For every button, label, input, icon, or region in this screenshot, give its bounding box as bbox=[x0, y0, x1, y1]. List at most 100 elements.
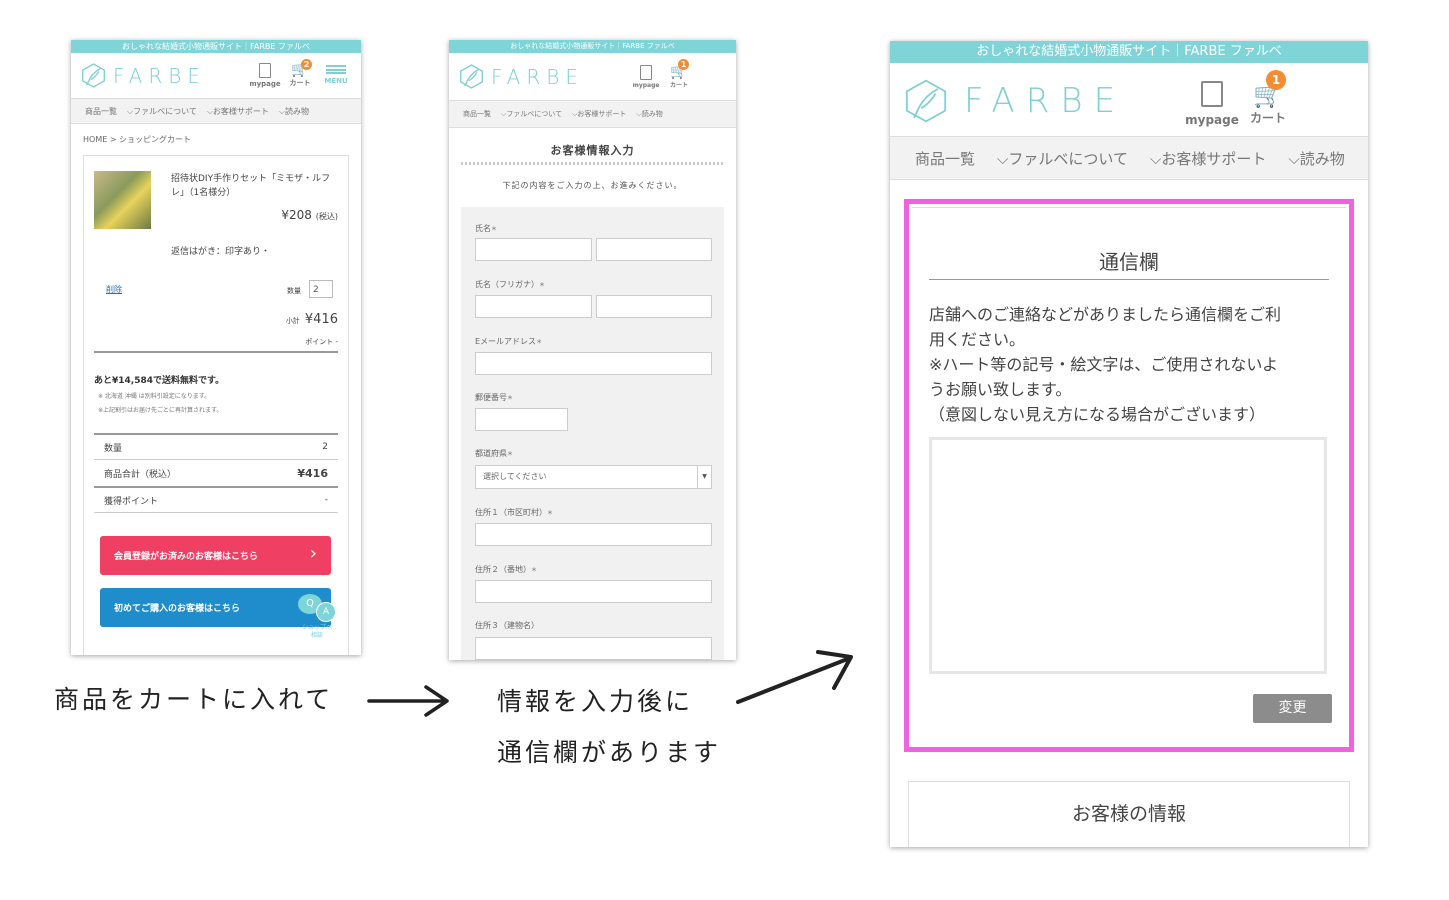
nav-item-products[interactable]: 商品一覧 bbox=[85, 106, 117, 117]
title-underline bbox=[461, 162, 724, 165]
logo-icon bbox=[82, 63, 105, 88]
site-tagline: おしゃれな結婚式小物通販サイト｜FARBE ファルベ bbox=[449, 40, 736, 53]
addr3-input[interactable] bbox=[475, 637, 712, 660]
summary-table: 数量 2 商品合計（税込） ¥416 獲得ポイント - bbox=[94, 433, 338, 513]
cart-count-badge: 1 bbox=[1266, 70, 1286, 90]
pref-select[interactable]: 選択してください ▼ bbox=[475, 465, 712, 489]
email-input[interactable] bbox=[475, 352, 712, 375]
logo-text: FARBE bbox=[964, 81, 1127, 121]
qty-input[interactable]: 2 bbox=[309, 280, 333, 298]
summary-row: 商品合計（税込） ¥416 bbox=[94, 460, 338, 488]
form-intro: 下記の内容をご入力の上、お進みください。 bbox=[502, 181, 683, 190]
cart-item-card: 招待状DIY手作りセット「ミモザ・ルフレ」（1名様分） ¥208 (税込) 返信… bbox=[83, 155, 349, 655]
mypage-icon bbox=[640, 65, 652, 80]
addr1-label: 住所１（市区町村）＊ bbox=[475, 508, 554, 517]
email-label: Eメールアドレス＊ bbox=[475, 337, 543, 346]
site-tagline: おしゃれな結婚式小物通販サイト｜FARBE ファルベ bbox=[890, 41, 1368, 63]
form-panel: 氏名＊ 氏名（フリガナ）＊ Eメールアドレス＊ 郵便番号＊ 都道府県＊ 選択して… bbox=[461, 207, 724, 660]
mypage-icon bbox=[1201, 81, 1223, 107]
nav-item-products[interactable]: 商品一覧 bbox=[463, 109, 491, 119]
zip-label: 郵便番号＊ bbox=[475, 393, 514, 402]
nav-item-support[interactable]: ⌵お客様サポート bbox=[572, 109, 626, 119]
customer-info-title: お客様の情報 bbox=[1071, 803, 1186, 825]
delete-link[interactable]: 削除 bbox=[106, 284, 122, 295]
kana-label: 氏名（フリガナ）＊ bbox=[475, 280, 546, 289]
addr3-label: 住所３（建物名） bbox=[475, 621, 539, 630]
cart-count-badge: 1 bbox=[678, 59, 689, 70]
mypage-link[interactable]: mypage bbox=[1182, 81, 1242, 127]
nav-item-support[interactable]: ⌵お客様サポート bbox=[1150, 148, 1266, 169]
first-name-input[interactable] bbox=[596, 238, 712, 261]
section-title: 通信欄 bbox=[1099, 250, 1159, 274]
dropdown-arrow-icon: ▼ bbox=[697, 466, 711, 488]
comm-section-card: 通信欄 店舗へのご連絡などがありましたら通信欄をご利 用ください。 ※ハート等の… bbox=[912, 207, 1346, 744]
message-textarea[interactable] bbox=[929, 437, 1327, 674]
title-underline bbox=[929, 279, 1329, 280]
product-name[interactable]: 招待状DIY手作りセット「ミモザ・ルフレ」（1名様分） bbox=[171, 172, 337, 200]
menu-button[interactable]: MENU bbox=[321, 65, 351, 85]
change-button[interactable]: 変更 bbox=[1253, 694, 1332, 723]
arrow-right-icon bbox=[367, 685, 449, 717]
comm-screen: おしゃれな結婚式小物通販サイト｜FARBE ファルベ FARBE mypage … bbox=[890, 41, 1368, 847]
free-shipping-note: あと¥14,584で送料無料です。 bbox=[94, 376, 225, 386]
comm-description: 店舗へのご連絡などがありましたら通信欄をご利 用ください。 ※ハート等の記号・絵… bbox=[929, 305, 1282, 424]
nav-item-reading[interactable]: ⌵読み物 bbox=[1288, 148, 1344, 169]
summary-row: 獲得ポイント - bbox=[94, 488, 338, 513]
mypage-link[interactable]: mypage bbox=[248, 63, 282, 88]
form-title: お客様情報入力 bbox=[550, 144, 635, 157]
chevron-right-icon: › bbox=[309, 543, 317, 564]
site-tagline: おしゃれな結婚式小物通販サイト｜FARBE ファルベ bbox=[71, 40, 361, 53]
subtotal-label: 小計 bbox=[285, 317, 300, 325]
cart-count-badge: 2 bbox=[301, 59, 312, 70]
addr2-input[interactable] bbox=[475, 580, 712, 603]
last-name-input[interactable] bbox=[475, 238, 592, 261]
product-option: 返信はがき：印字あり・ bbox=[171, 247, 271, 257]
pref-label: 都道府県＊ bbox=[475, 449, 514, 458]
nav-item-reading[interactable]: ⌵読み物 bbox=[636, 109, 662, 119]
nav-item-support[interactable]: ⌵お客様サポート bbox=[207, 106, 269, 117]
zip-input[interactable] bbox=[475, 408, 568, 431]
main-nav: 商品一覧 ⌵ファルベについて ⌵お客様サポート ⌵読み物 bbox=[890, 136, 1368, 180]
shipping-note-1: ※ 北海道 沖縄 は別料引設定になります。 bbox=[98, 393, 211, 400]
mypage-link[interactable]: mypage bbox=[629, 65, 663, 89]
caption-step1: 商品をカートに入れて bbox=[54, 685, 334, 714]
main-nav: 商品一覧 ⌵ファルベについて ⌵お客様サポート ⌵読み物 bbox=[449, 100, 736, 128]
mypage-icon bbox=[259, 63, 271, 78]
nav-item-products[interactable]: 商品一覧 bbox=[915, 148, 975, 169]
arrow-up-right-icon bbox=[736, 650, 853, 704]
form-screen: おしゃれな結婚式小物通販サイト｜FARBE ファルベ FARBE mypage … bbox=[449, 40, 736, 660]
nav-item-reading[interactable]: ⌵読み物 bbox=[279, 106, 309, 117]
member-login-button[interactable]: 会員登録がお済みのお客様はこちら › bbox=[100, 536, 331, 575]
answer-bubble-icon: A bbox=[316, 602, 336, 622]
name-label: 氏名＊ bbox=[475, 224, 498, 233]
divider bbox=[94, 351, 338, 353]
nav-item-about[interactable]: ⌵ファルベについて bbox=[127, 106, 197, 117]
cart-screen: おしゃれな結婚式小物通販サイト｜FARBE ファルベ FARBE mypage … bbox=[71, 40, 361, 655]
last-kana-input[interactable] bbox=[475, 295, 592, 318]
comm-section-highlight: 通信欄 店舗へのご連絡などがありましたら通信欄をご利 用ください。 ※ハート等の… bbox=[904, 199, 1354, 752]
addr1-input[interactable] bbox=[475, 523, 712, 546]
shipping-note-2: ※上記割引はお届け先ごとに再計算されます。 bbox=[98, 407, 223, 414]
logo-text: FARBE bbox=[113, 63, 206, 88]
customer-info-card: お客様の情報 bbox=[908, 781, 1350, 847]
logo-icon bbox=[460, 64, 483, 89]
shop-consult-button[interactable]: Q A ショップへ相談 bbox=[292, 588, 344, 646]
qty-label: 数量 bbox=[287, 287, 301, 295]
main-nav: 商品一覧 ⌵ファルベについて ⌵お客様サポート ⌵読み物 bbox=[71, 98, 361, 124]
breadcrumb[interactable]: HOME > ショッピングカート bbox=[83, 134, 191, 145]
nav-item-about[interactable]: ⌵ファルベについて bbox=[501, 109, 562, 119]
farbe-logo[interactable]: FARBE bbox=[458, 63, 584, 90]
logo-icon bbox=[905, 79, 947, 123]
cart-link[interactable]: 🛒 カート bbox=[1242, 81, 1294, 126]
point-value: - bbox=[335, 338, 338, 346]
caption-step2-line1: 情報を入力後に bbox=[497, 687, 694, 716]
tax-note: (税込) bbox=[315, 212, 338, 221]
first-kana-input[interactable] bbox=[596, 295, 712, 318]
nav-item-about[interactable]: ⌵ファルベについて bbox=[997, 148, 1128, 169]
product-thumbnail[interactable] bbox=[94, 171, 151, 229]
addr2-label: 住所２（番地）＊ bbox=[475, 565, 538, 574]
hamburger-icon bbox=[326, 65, 346, 74]
caption-step2-line2: 通信欄があります bbox=[497, 738, 722, 767]
farbe-logo[interactable]: FARBE bbox=[80, 62, 206, 89]
farbe-logo[interactable]: FARBE bbox=[902, 77, 1126, 125]
